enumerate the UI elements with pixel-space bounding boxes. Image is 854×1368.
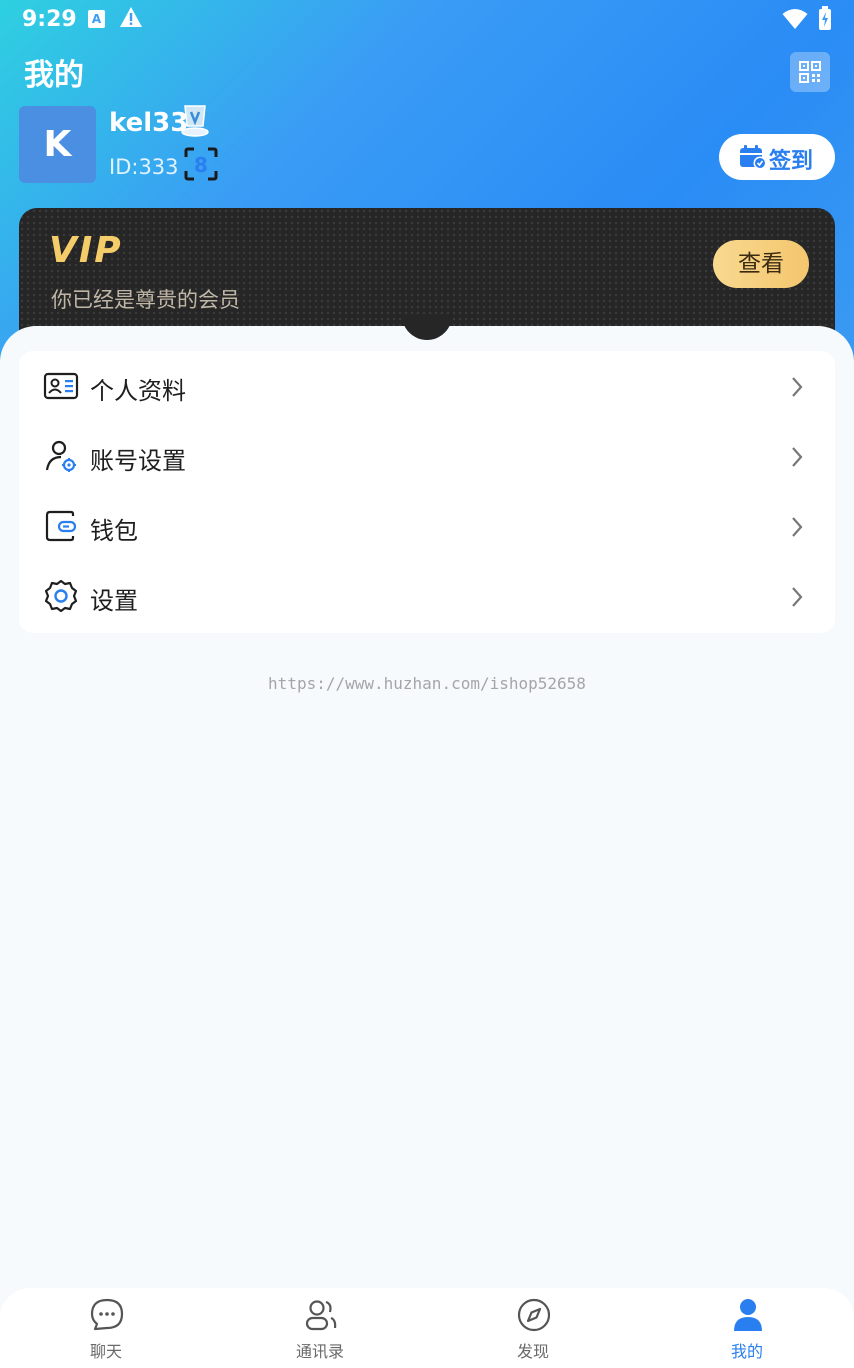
menu-item-label: 个人资料 — [90, 377, 186, 405]
checkin-button[interactable]: 签到 — [719, 134, 835, 180]
nav-label: 聊天 — [89, 1342, 122, 1361]
avatar[interactable]: K — [19, 106, 96, 183]
chevron-right-icon — [792, 517, 803, 537]
contacts-icon — [305, 1300, 337, 1331]
nav-tab-discover[interactable]: 发现 — [473, 1288, 593, 1368]
bottom-nav: 聊天 通讯录 发现 我的 — [0, 1288, 854, 1368]
profile-card-icon — [43, 372, 79, 400]
watermark-text: https://www.huzhan.com/ishop52658 — [268, 674, 586, 693]
chevron-right-icon — [792, 447, 803, 467]
menu-item-label: 账号设置 — [90, 447, 186, 475]
menu-item-label: 钱包 — [90, 517, 138, 545]
nav-label: 通讯录 — [295, 1342, 344, 1361]
checkin-label: 签到 — [769, 149, 814, 174]
qr-code-icon — [799, 61, 821, 83]
status-bar: 9:29 A — [0, 0, 854, 40]
nav-tab-me[interactable]: 我的 — [687, 1288, 807, 1368]
vip-view-button[interactable]: 查看 — [713, 240, 809, 288]
wifi-icon — [782, 9, 808, 29]
nav-label: 发现 — [516, 1342, 549, 1361]
warning-icon — [120, 7, 142, 27]
account-settings-icon — [45, 440, 76, 472]
a-notification-icon: A — [88, 10, 105, 28]
nav-tab-chat[interactable]: 聊天 — [46, 1288, 166, 1368]
vip-subtitle: 你已经是尊贵的会员 — [51, 288, 240, 312]
menu-item-settings[interactable]: 设置 — [19, 561, 835, 631]
wallet-icon — [45, 510, 77, 542]
chevron-right-icon — [792, 587, 803, 607]
menu-item-profile[interactable]: 个人资料 — [19, 351, 835, 421]
chat-bubble-icon — [90, 1298, 124, 1331]
svg-text:8: 8 — [194, 153, 208, 177]
compass-icon — [517, 1298, 551, 1332]
status-time: 9:29 — [22, 7, 77, 32]
menu-item-wallet[interactable]: 钱包 — [19, 491, 835, 561]
menu-item-account-settings[interactable]: 账号设置 — [19, 421, 835, 491]
username: kel33 — [109, 108, 189, 138]
qr-code-button[interactable] — [790, 52, 830, 92]
nav-tab-contacts[interactable]: 通讯录 — [260, 1288, 380, 1368]
user-id: ID:333 — [109, 155, 179, 179]
vip-title: VIP — [49, 230, 123, 271]
gear-icon — [44, 579, 78, 613]
chevron-right-icon — [792, 377, 803, 397]
level-badge-icon — [181, 105, 209, 137]
page-title: 我的 — [24, 58, 84, 93]
calendar-check-icon — [740, 145, 767, 170]
scan-icon[interactable]: 8 — [183, 146, 219, 182]
menu-item-label: 设置 — [90, 587, 138, 615]
person-icon — [734, 1299, 762, 1331]
menu-card: 个人资料 账号设置 钱包 设置 — [19, 351, 835, 633]
nav-label: 我的 — [730, 1342, 763, 1361]
battery-icon — [819, 6, 831, 30]
